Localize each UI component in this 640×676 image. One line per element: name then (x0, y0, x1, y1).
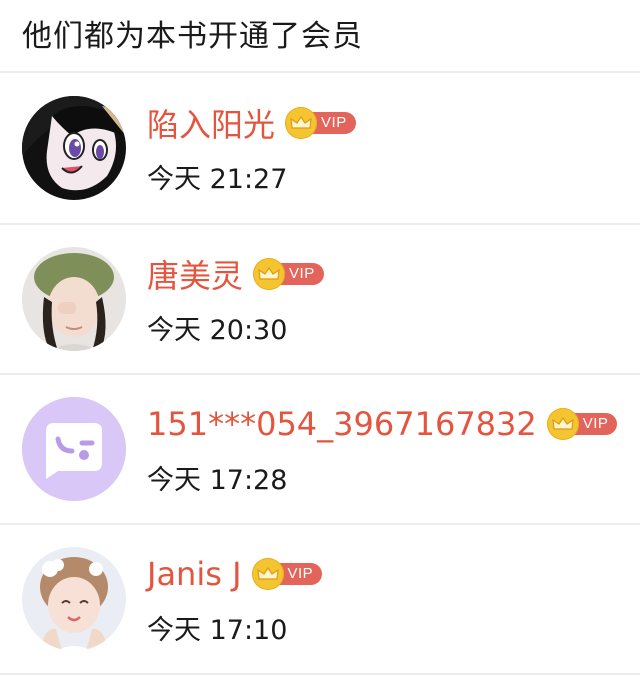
join-time: 今天 20:30 (147, 314, 288, 346)
vip-badge: VIP (251, 557, 323, 590)
list-item[interactable]: 唐美灵 VIP 今天 20:30 (0, 225, 640, 375)
member-name[interactable]: 陷入阳光 (147, 100, 275, 146)
page-title: 他们都为本书开通了会员 (22, 18, 363, 54)
list-item[interactable]: Janis J VIP 今天 17:10 (0, 525, 640, 675)
list-item[interactable]: 陷入阳光 VIP 今天 21:27 (0, 73, 640, 225)
vip-badge: VIP (285, 106, 356, 139)
vip-badge: VIP (546, 407, 618, 440)
avatar[interactable] (22, 96, 126, 200)
member-name[interactable]: Janis J (147, 555, 242, 593)
avatar[interactable] (22, 547, 126, 651)
vip-label: VIP (277, 562, 323, 585)
crown-icon (285, 106, 318, 139)
vip-label: VIP (279, 262, 324, 285)
vip-label: VIP (311, 111, 356, 134)
photo-avatar-icon (22, 247, 126, 351)
list-item[interactable]: 151***054_3967167832 VIP 今天 17:28 (0, 375, 640, 525)
join-time: 今天 21:27 (147, 163, 288, 195)
anime-avatar-icon (22, 96, 126, 200)
join-time: 今天 17:10 (147, 614, 288, 646)
member-name[interactable]: 151***054_3967167832 (147, 405, 537, 443)
vip-badge: VIP (253, 257, 324, 290)
member-name[interactable]: 唐美灵 (147, 251, 243, 297)
page-header: 他们都为本书开通了会员 (0, 0, 640, 73)
photo-avatar-icon (22, 547, 126, 651)
crown-icon (253, 257, 286, 290)
crown-icon (251, 557, 284, 590)
avatar[interactable] (22, 247, 126, 351)
chat-bubble-icon (22, 397, 126, 501)
join-time: 今天 17:28 (147, 464, 288, 496)
crown-icon (546, 407, 579, 440)
avatar[interactable] (22, 397, 126, 501)
vip-label: VIP (572, 412, 618, 435)
member-list: 陷入阳光 VIP 今天 21:27 唐美灵 VIP 今天 20:30 151**… (0, 73, 640, 675)
